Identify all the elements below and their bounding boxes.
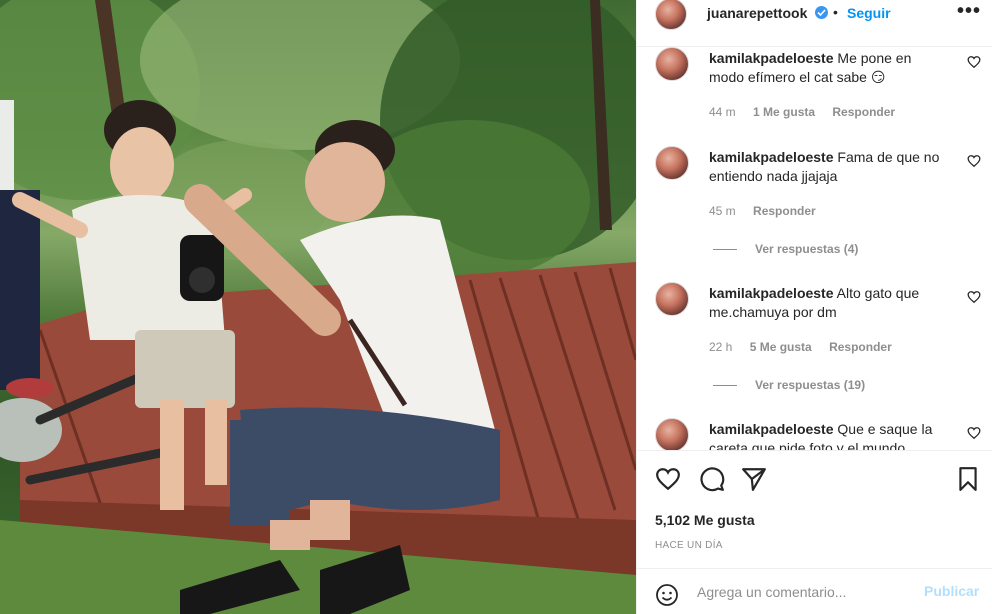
reply-button[interactable]: Responder	[829, 340, 892, 354]
comment-like-heart-icon[interactable]	[967, 55, 981, 69]
comment-body: kamilakpadeloeste Fama de que no entiend…	[709, 148, 949, 186]
post-side-panel: juanarepettook • Seguir ••• kamilakpadel…	[636, 0, 992, 614]
verified-badge-icon	[815, 6, 828, 19]
follow-button[interactable]: Seguir	[847, 5, 891, 21]
comments-list[interactable]: kamilakpadeloeste Me pone en modo efímer…	[637, 47, 992, 450]
comment-meta: 44 m 1 Me gusta Responder	[709, 105, 909, 119]
commenter-avatar[interactable]	[655, 146, 689, 180]
more-options-icon[interactable]: •••	[957, 0, 981, 23]
comment-username[interactable]: kamilakpadeloeste	[709, 50, 834, 66]
replies-line	[713, 385, 737, 387]
comment-time: 22 h	[709, 340, 733, 354]
commenter-avatar[interactable]	[655, 418, 689, 450]
comment-bubble-icon[interactable]	[699, 466, 725, 492]
comment-body: kamilakpadeloeste Alto gato que me.chamu…	[709, 284, 949, 322]
author-username[interactable]: juanarepettook	[707, 5, 807, 21]
comment-like-heart-icon[interactable]	[967, 426, 981, 440]
bookmark-icon[interactable]	[955, 466, 981, 492]
reply-button[interactable]: Responder	[832, 105, 895, 119]
comment-likes[interactable]: 1 Me gusta	[753, 105, 815, 119]
comment-username[interactable]: kamilakpadeloeste	[709, 149, 834, 165]
comment-meta: 45 m Responder	[709, 204, 830, 218]
reply-button[interactable]: Responder	[753, 204, 816, 218]
comment-input[interactable]	[697, 581, 917, 603]
commenter-avatar[interactable]	[655, 47, 689, 81]
actions-divider	[637, 450, 992, 451]
post-header: juanarepettook • Seguir •••	[637, 0, 992, 34]
comment-meta: 22 h 5 Me gusta Responder	[709, 340, 906, 354]
heart-icon[interactable]	[655, 466, 681, 492]
comment-username[interactable]: kamilakpadeloeste	[709, 421, 834, 437]
replies-line	[713, 249, 737, 251]
header-separator: •	[833, 4, 838, 20]
post-time-ago[interactable]: HACE UN DÍA	[655, 540, 723, 551]
comment-likes[interactable]: 5 Me gusta	[750, 340, 812, 354]
publish-button[interactable]: Publicar	[924, 583, 979, 599]
comment-body: kamilakpadeloeste Que e saque la careta …	[709, 420, 949, 450]
emoji-icon[interactable]	[655, 583, 679, 607]
comment-username[interactable]: kamilakpadeloeste	[709, 285, 834, 301]
view-replies-button[interactable]: Ver respuestas (19)	[713, 378, 865, 392]
likes-count[interactable]: 5,102 Me gusta	[655, 512, 755, 528]
author-avatar[interactable]	[655, 0, 687, 30]
post-actions-bar	[637, 464, 992, 496]
paper-plane-icon[interactable]	[741, 466, 767, 492]
view-replies-button[interactable]: Ver respuestas (4)	[713, 242, 858, 256]
view-replies-label: Ver respuestas (19)	[755, 378, 866, 392]
comment-time: 44 m	[709, 105, 736, 119]
comment-like-heart-icon[interactable]	[967, 290, 981, 304]
comment-body: kamilakpadeloeste Me pone en modo efímer…	[709, 49, 949, 87]
view-replies-label: Ver respuestas (4)	[755, 242, 859, 256]
photo-illustration	[0, 0, 636, 614]
add-comment-bar: Publicar	[637, 569, 992, 614]
comment-time: 45 m	[709, 204, 736, 218]
post-photo[interactable]	[0, 0, 636, 614]
commenter-avatar[interactable]	[655, 282, 689, 316]
comment-like-heart-icon[interactable]	[967, 154, 981, 168]
